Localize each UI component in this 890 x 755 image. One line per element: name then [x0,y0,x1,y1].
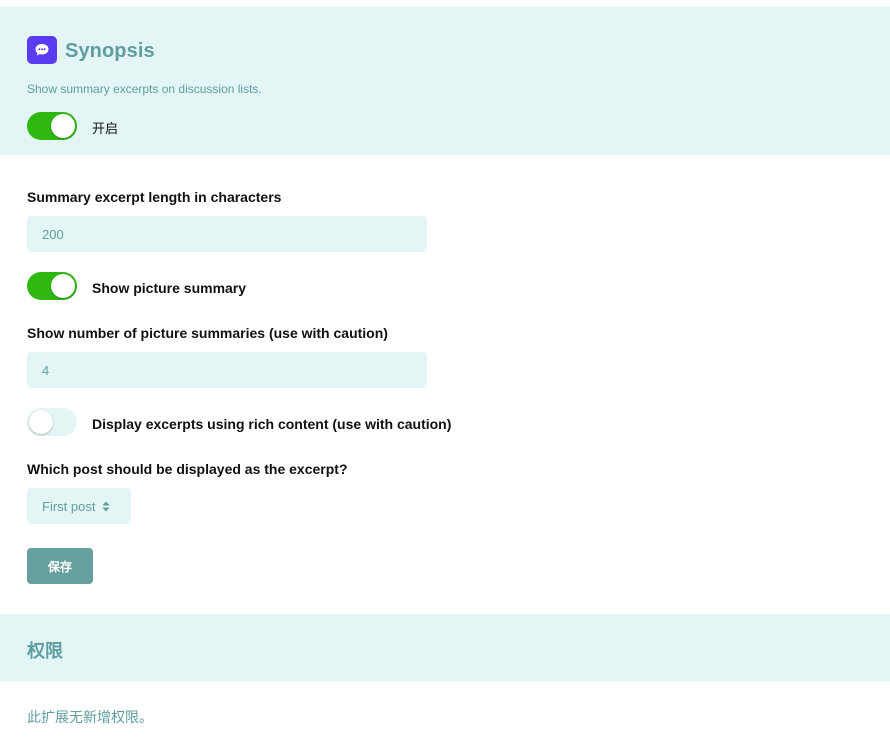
enable-extension-label: 开启 [92,122,119,137]
comment-bubble-icon [27,36,57,64]
toggle-knob [29,410,53,434]
excerpt-length-input[interactable] [27,216,427,252]
excerpt-post-label: Which post should be displayed as the ex… [27,461,348,477]
sort-caret-icon [102,501,110,512]
excerpt-post-selected-value: First post [42,498,96,514]
toggle-knob [51,114,75,138]
show-picture-summary-toggle[interactable] [27,272,77,300]
show-picture-summary-label: Show picture summary [92,280,247,296]
page-top-edge [0,0,890,7]
extension-header: Synopsis Show summary excerpts on discus… [0,7,890,155]
extension-title: Synopsis [65,40,155,62]
enable-extension-toggle[interactable] [27,112,77,140]
picture-count-input[interactable] [27,352,427,388]
rich-content-label: Display excerpts using rich content (use… [92,416,452,432]
permissions-note: 此扩展无新增权限。 [27,710,153,726]
excerpt-post-select[interactable]: First post [27,488,131,524]
toggle-knob [51,274,75,298]
extension-description: Show summary excerpts on discussion list… [27,82,262,96]
permissions-title: 权限 [27,641,63,662]
save-button[interactable]: 保存 [27,548,93,584]
rich-content-toggle[interactable] [27,408,77,436]
permissions-header: 权限 [0,614,890,681]
excerpt-length-label: Summary excerpt length in characters [27,189,282,205]
picture-count-label: Show number of picture summaries (use wi… [27,325,388,341]
